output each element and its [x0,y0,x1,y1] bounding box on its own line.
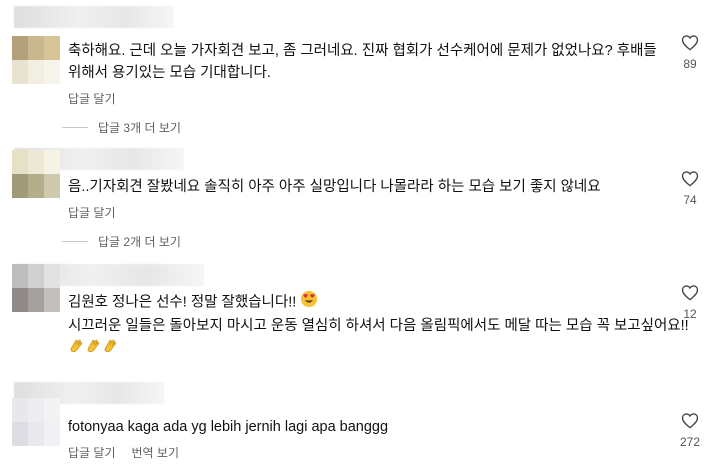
view-replies-button[interactable]: 답글 3개 더 보기 [62,119,181,136]
clapping-hands-emoji-icon [85,338,102,362]
reply-button[interactable]: 답글 달기 [68,204,116,221]
like-button[interactable]: 12 [676,284,704,321]
like-count: 272 [679,435,701,449]
reply-button[interactable]: 답글 달기 [68,444,116,461]
avatar[interactable] [12,150,60,198]
username-blurred[interactable] [14,6,174,28]
like-button[interactable]: 89 [676,34,704,71]
like-count: 74 [683,193,697,207]
comment-text: 음..기자회견 잘봤네요 솔직히 아주 아주 실망입니다 나몰라라 하는 모습 … [68,179,601,195]
replies-divider [62,241,88,242]
like-count: 12 [683,307,697,321]
replies-divider [62,127,88,128]
avatar[interactable] [12,398,60,446]
clapping-hands-emoji-icon [102,338,119,362]
clapping-emojis [68,338,689,362]
comment-actions: 답글 달기 번역 보기 [68,444,179,461]
heart-outline-icon [681,35,699,51]
like-button[interactable]: 272 [676,412,704,449]
comment-actions: 답글 달기 [68,90,116,107]
heart-outline-icon [681,171,699,187]
reply-button[interactable]: 답글 달기 [68,90,116,107]
avatar[interactable] [12,36,60,84]
see-translation-button[interactable]: 번역 보기 [132,444,180,461]
heart-eyes-emoji-icon [300,290,318,315]
comment-text: 김원호 정나은 선수! 정말 잘했습니다!! 시끄러운 일들은 돌아보지 마시고… [68,290,689,362]
comment-text: fotonyaa kaga ada yg lebih jernih lagi a… [68,419,389,435]
heart-outline-icon [681,413,699,429]
heart-outline-icon [681,285,699,301]
view-replies-label: 답글 2개 더 보기 [98,235,181,249]
like-count: 89 [683,57,697,71]
view-replies-label: 답글 3개 더 보기 [98,121,181,135]
avatar[interactable] [12,264,60,312]
clapping-hands-emoji-icon [68,338,85,362]
comment-text: 축하해요. 근데 오늘 가자회견 보고, 좀 그러네요. 진짜 협회가 선수케어… [68,43,657,81]
comment-actions: 답글 달기 [68,204,116,221]
view-replies-button[interactable]: 답글 2개 더 보기 [62,233,181,250]
like-button[interactable]: 74 [676,170,704,207]
